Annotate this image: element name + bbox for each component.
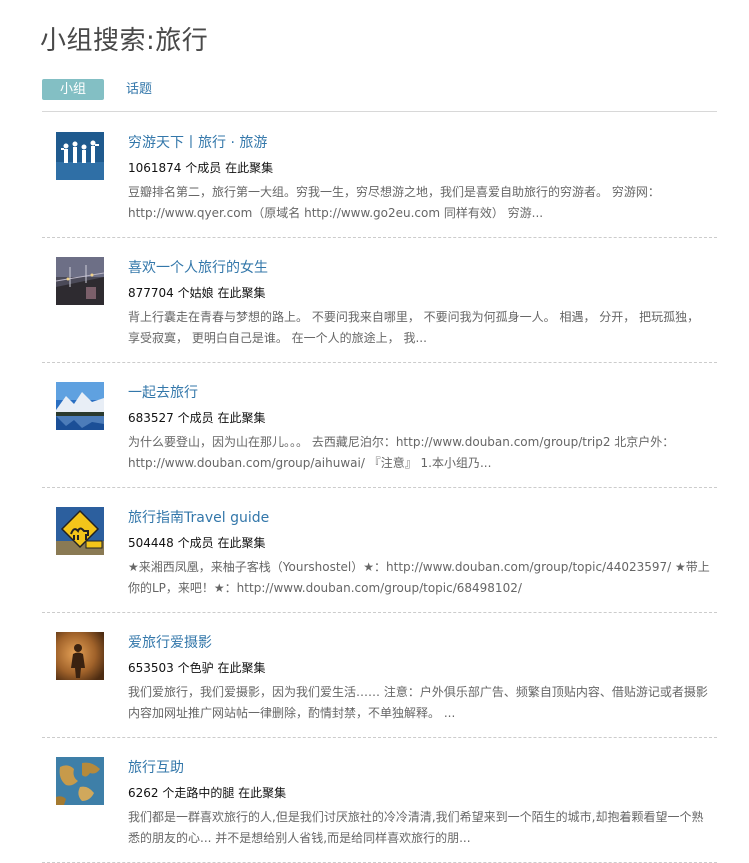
group-name-link[interactable]: 穷游天下丨旅行 · 旅游 — [128, 132, 267, 152]
group-name-link[interactable]: 喜欢一个人旅行的女生 — [128, 257, 268, 277]
group-description: 为什么要登山，因为山在那儿。。。 去西藏尼泊尔：http://www.douba… — [128, 435, 675, 470]
tab-groups[interactable]: 小组 — [42, 79, 104, 100]
group-description: 豆瓣排名第二，旅行第一大组。穷我一生，穷尽想游之地，我们是喜爱自助旅行的穷游者。… — [128, 185, 660, 220]
group-result-item: 旅行互助 6262 个走路中的腿 在此聚集 我们都是一群喜欢旅行的人,但是我们讨… — [42, 737, 717, 863]
night-bridge-icon[interactable] — [56, 257, 104, 305]
world-map-icon[interactable] — [56, 757, 104, 805]
group-description: 背上行囊走在青春与梦想的路上。 不要问我来自哪里， 不要问我为何孤身一人。 相遇… — [128, 310, 700, 345]
group-name-link[interactable]: 爱旅行爱摄影 — [128, 632, 212, 652]
page-title: 小组搜索:旅行 — [40, 26, 209, 56]
silhouette-travelers-icon[interactable] — [56, 132, 104, 180]
group-description: 我们爱旅行，我们爱摄影，因为我们爱生活…… 注意：户外俱乐部广告、频繁自顶贴内容… — [128, 685, 708, 720]
group-member-count: 683527 个成员 在此聚集 — [128, 411, 266, 425]
group-name-link[interactable]: 旅行指南Travel guide — [128, 507, 269, 527]
group-result-item: 喜欢一个人旅行的女生 877704 个姑娘 在此聚集 背上行囊走在青春与梦想的路… — [42, 237, 717, 363]
group-name-link[interactable]: 旅行互助 — [128, 757, 184, 777]
group-description: ★来湘西凤凰，来柚子客栈（Yourshostel）★：http://www.do… — [128, 560, 710, 595]
shadow-photographer-icon[interactable] — [56, 632, 104, 680]
group-result-item: 穷游天下丨旅行 · 旅游 1061874 个成员 在此聚集 豆瓣排名第二，旅行第… — [42, 112, 717, 238]
group-member-count: 6262 个走路中的腿 在此聚集 — [128, 786, 287, 800]
group-name-link[interactable]: 一起去旅行 — [128, 382, 198, 402]
camel-road-sign-icon[interactable] — [56, 507, 104, 555]
tab-topics[interactable]: 话题 — [122, 79, 156, 100]
group-description: 我们都是一群喜欢旅行的人,但是我们讨厌旅社的冷冷清清,我们希望来到一个陌生的城市… — [128, 810, 704, 845]
group-result-item: 旅行指南Travel guide 504448 个成员 在此聚集 ★来湘西凤凰，… — [42, 487, 717, 613]
result-type-tabs: 小组 话题 — [42, 79, 717, 112]
group-member-count: 877704 个姑娘 在此聚集 — [128, 286, 266, 300]
group-member-count: 504448 个成员 在此聚集 — [128, 536, 266, 550]
search-page: 小组搜索:旅行 小组 话题 穷游天下丨旅行 · 旅游 1061874 个成员 在… — [0, 0, 749, 863]
group-member-count: 1061874 个成员 在此聚集 — [128, 161, 274, 175]
group-member-count: 653503 个色驴 在此聚集 — [128, 661, 266, 675]
group-result-item: 一起去旅行 683527 个成员 在此聚集 为什么要登山，因为山在那儿。。。 去… — [42, 362, 717, 488]
mountain-lake-icon[interactable] — [56, 382, 104, 430]
group-result-item: 爱旅行爱摄影 653503 个色驴 在此聚集 我们爱旅行，我们爱摄影，因为我们爱… — [42, 612, 717, 738]
